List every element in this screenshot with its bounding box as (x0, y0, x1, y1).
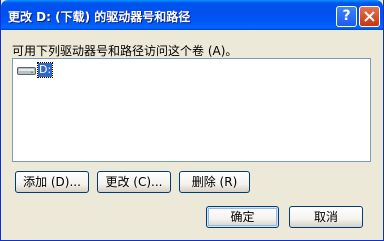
title-bar[interactable]: 更改 D: (下载) 的驱动器号和路径 ? (1, 0, 383, 30)
cancel-button[interactable]: 取消 (289, 206, 363, 228)
ok-button[interactable]: 确定 (206, 206, 279, 228)
close-icon (364, 11, 375, 22)
delete-button[interactable]: 删除 (R) (179, 171, 250, 193)
window-title: 更改 D: (下载) 的驱动器号和路径 (8, 10, 191, 24)
help-icon: ? (342, 8, 351, 24)
volume-access-label: 可用下列驱动器号和路径访问这个卷 (A)。 (12, 44, 238, 58)
drive-letter-label: D: (36, 62, 54, 78)
add-button[interactable]: 添加 (D)... (15, 171, 89, 193)
drive-icon (17, 67, 36, 75)
change-button[interactable]: 更改 (C)... (97, 171, 171, 193)
dialog-window: 更改 D: (下载) 的驱动器号和路径 ? 可用下列驱动器号和路径访问这个卷 (… (0, 0, 384, 241)
close-button[interactable] (359, 6, 380, 27)
drive-path-list[interactable]: D: (12, 58, 371, 162)
help-button[interactable]: ? (336, 6, 357, 27)
